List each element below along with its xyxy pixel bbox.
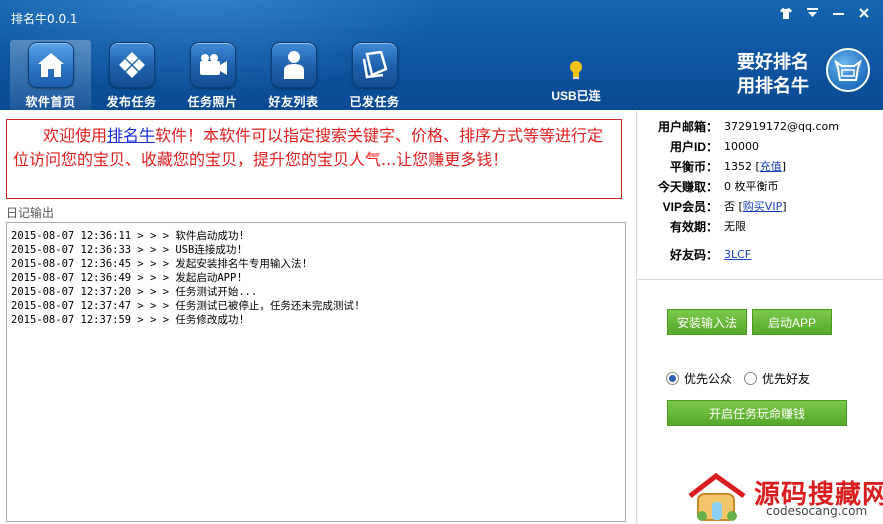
nav-item-sent-tasks[interactable]: 已发任务 <box>334 40 415 110</box>
menu-icon[interactable] <box>799 4 825 22</box>
radio-priority-public[interactable]: 优先公众 <box>666 370 732 387</box>
info-row-coins: 平衡币： 1352 [充值] <box>640 156 880 176</box>
recharge-link[interactable]: 充值 <box>760 160 782 173</box>
nav-label: 发布任务 <box>106 95 157 109</box>
document-icon <box>351 42 398 88</box>
welcome-app-link[interactable]: 排名牛 <box>107 126 155 145</box>
today-label: 今天赚取： <box>657 179 718 194</box>
log-title: 日记输出 <box>6 206 55 220</box>
email-value: 372919172@qq.com <box>724 119 839 133</box>
log-line: 2015-08-07 12:37:20 > > > 任务测试开始... <box>11 286 258 298</box>
diamond-grid-icon <box>108 42 155 88</box>
slogan-line: 要好排名 <box>737 52 809 72</box>
nav-label: 软件首页 <box>25 95 76 109</box>
log-line: 2015-08-07 12:36:11 > > > 软件启动成功! <box>11 230 245 242</box>
radio-unchecked-icon[interactable] <box>744 372 758 385</box>
house-logo-icon <box>688 472 746 521</box>
launch-app-button[interactable]: 启动APP <box>752 309 832 335</box>
main-nav: 软件首页 发布任务 任务照片 好友列表 已发任务 <box>10 40 415 110</box>
info-row-friend-code: 好友码： 3LCF <box>640 244 880 264</box>
start-tasks-button[interactable]: 开启任务玩命赚钱 <box>667 400 847 426</box>
radio-priority-friends[interactable]: 优先好友 <box>744 370 810 387</box>
vip-value: 否 [购买VIP] <box>724 200 787 213</box>
log-line: 2015-08-07 12:37:47 > > > 任务测试已被停止，任务还未完… <box>11 300 361 312</box>
user-id-label: 用户ID： <box>669 139 718 154</box>
info-row-email: 用户邮箱： 372919172@qq.com <box>640 116 880 136</box>
coins-amount: 1352 <box>724 160 752 173</box>
panel-divider <box>636 110 637 524</box>
nav-label: 已发任务 <box>349 95 400 109</box>
info-row-vip: VIP会员： 否 [购买VIP] <box>640 196 880 216</box>
watermark: 源码搜藏网 codesocang.com <box>686 470 883 524</box>
install-ime-button[interactable]: 安装输入法 <box>667 309 747 335</box>
usb-status: USB已连 <box>548 60 604 104</box>
nav-item-task-photos[interactable]: 任务照片 <box>172 40 253 110</box>
buy-vip-link[interactable]: 购买VIP <box>743 200 782 213</box>
window-controls <box>773 4 877 22</box>
expiry-label: 有效期： <box>669 219 718 234</box>
log-line: 2015-08-07 12:37:59 > > > 任务修改成功! <box>11 314 245 326</box>
welcome-box: 欢迎使用排名牛软件！本软件可以指定搜索关键字、价格、排序方式等等进行定位访问您的… <box>6 119 622 199</box>
friend-code-label: 好友码： <box>669 247 718 262</box>
today-value: 0 枚平衡币 <box>724 180 779 193</box>
coins-value: 1352 [充值] <box>724 160 787 173</box>
info-row-today: 今天赚取： 0 枚平衡币 <box>640 176 880 196</box>
title-bar-header: 排名牛0.0.1 软件首页 发布任务 任务照片 好友列表 已发任务 USB已连 … <box>0 0 883 110</box>
usb-status-label: USB已连 <box>551 89 601 103</box>
log-line: 2015-08-07 12:36:45 > > > 发起安装排名牛专用输入法! <box>11 258 308 270</box>
nav-item-home[interactable]: 软件首页 <box>10 40 91 110</box>
expiry-value: 无限 <box>724 220 746 233</box>
watermark-en: codesocang.com <box>766 504 868 518</box>
nav-item-publish-task[interactable]: 发布任务 <box>91 40 172 110</box>
camera-icon <box>189 42 236 88</box>
radio-label: 优先公众 <box>684 372 733 386</box>
info-row-user-id: 用户ID： 10000 <box>640 136 880 156</box>
nav-label: 好友列表 <box>268 95 319 109</box>
close-icon[interactable] <box>851 4 877 22</box>
shirt-icon[interactable] <box>773 4 799 22</box>
coins-label: 平衡币： <box>669 159 718 174</box>
home-icon <box>27 42 74 88</box>
welcome-text-start: 欢迎使用 <box>43 126 108 145</box>
user-id-value: 10000 <box>724 139 759 153</box>
brand-logo <box>826 48 870 92</box>
nav-item-friends[interactable]: 好友列表 <box>253 40 334 110</box>
log-output[interactable]: 2015-08-07 12:36:11 > > > 软件启动成功! 2015-0… <box>6 222 626 522</box>
priority-radio-group: 优先公众 优先好友 <box>666 370 822 387</box>
radio-checked-icon[interactable] <box>666 372 679 385</box>
lightbulb-icon <box>569 60 583 83</box>
vip-status: 否 <box>724 200 735 213</box>
friend-code-link[interactable]: 3LCF <box>724 248 751 261</box>
log-line: 2015-08-07 12:36:33 > > > USB连接成功! <box>11 244 243 256</box>
nav-label: 任务照片 <box>187 95 238 109</box>
minimize-icon[interactable] <box>825 4 851 22</box>
slogan-line: 用排名牛 <box>737 76 809 96</box>
info-row-expiry: 有效期： 无限 <box>640 216 880 236</box>
vip-label: VIP会员： <box>662 199 718 214</box>
user-icon <box>270 42 317 88</box>
email-label: 用户邮箱： <box>657 119 718 134</box>
welcome-message: 欢迎使用排名牛软件！本软件可以指定搜索关键字、价格、排序方式等等进行定位访问您的… <box>13 124 615 172</box>
brand-slogan: 要好排名 用排名牛 <box>737 50 809 98</box>
radio-label: 优先好友 <box>762 372 811 386</box>
account-info: 用户邮箱： 372919172@qq.com 用户ID： 10000 平衡币： … <box>640 116 880 264</box>
section-divider <box>637 279 883 280</box>
log-line: 2015-08-07 12:36:49 > > > 发起启动APP! <box>11 272 243 284</box>
app-title: 排名牛0.0.1 <box>11 12 78 26</box>
